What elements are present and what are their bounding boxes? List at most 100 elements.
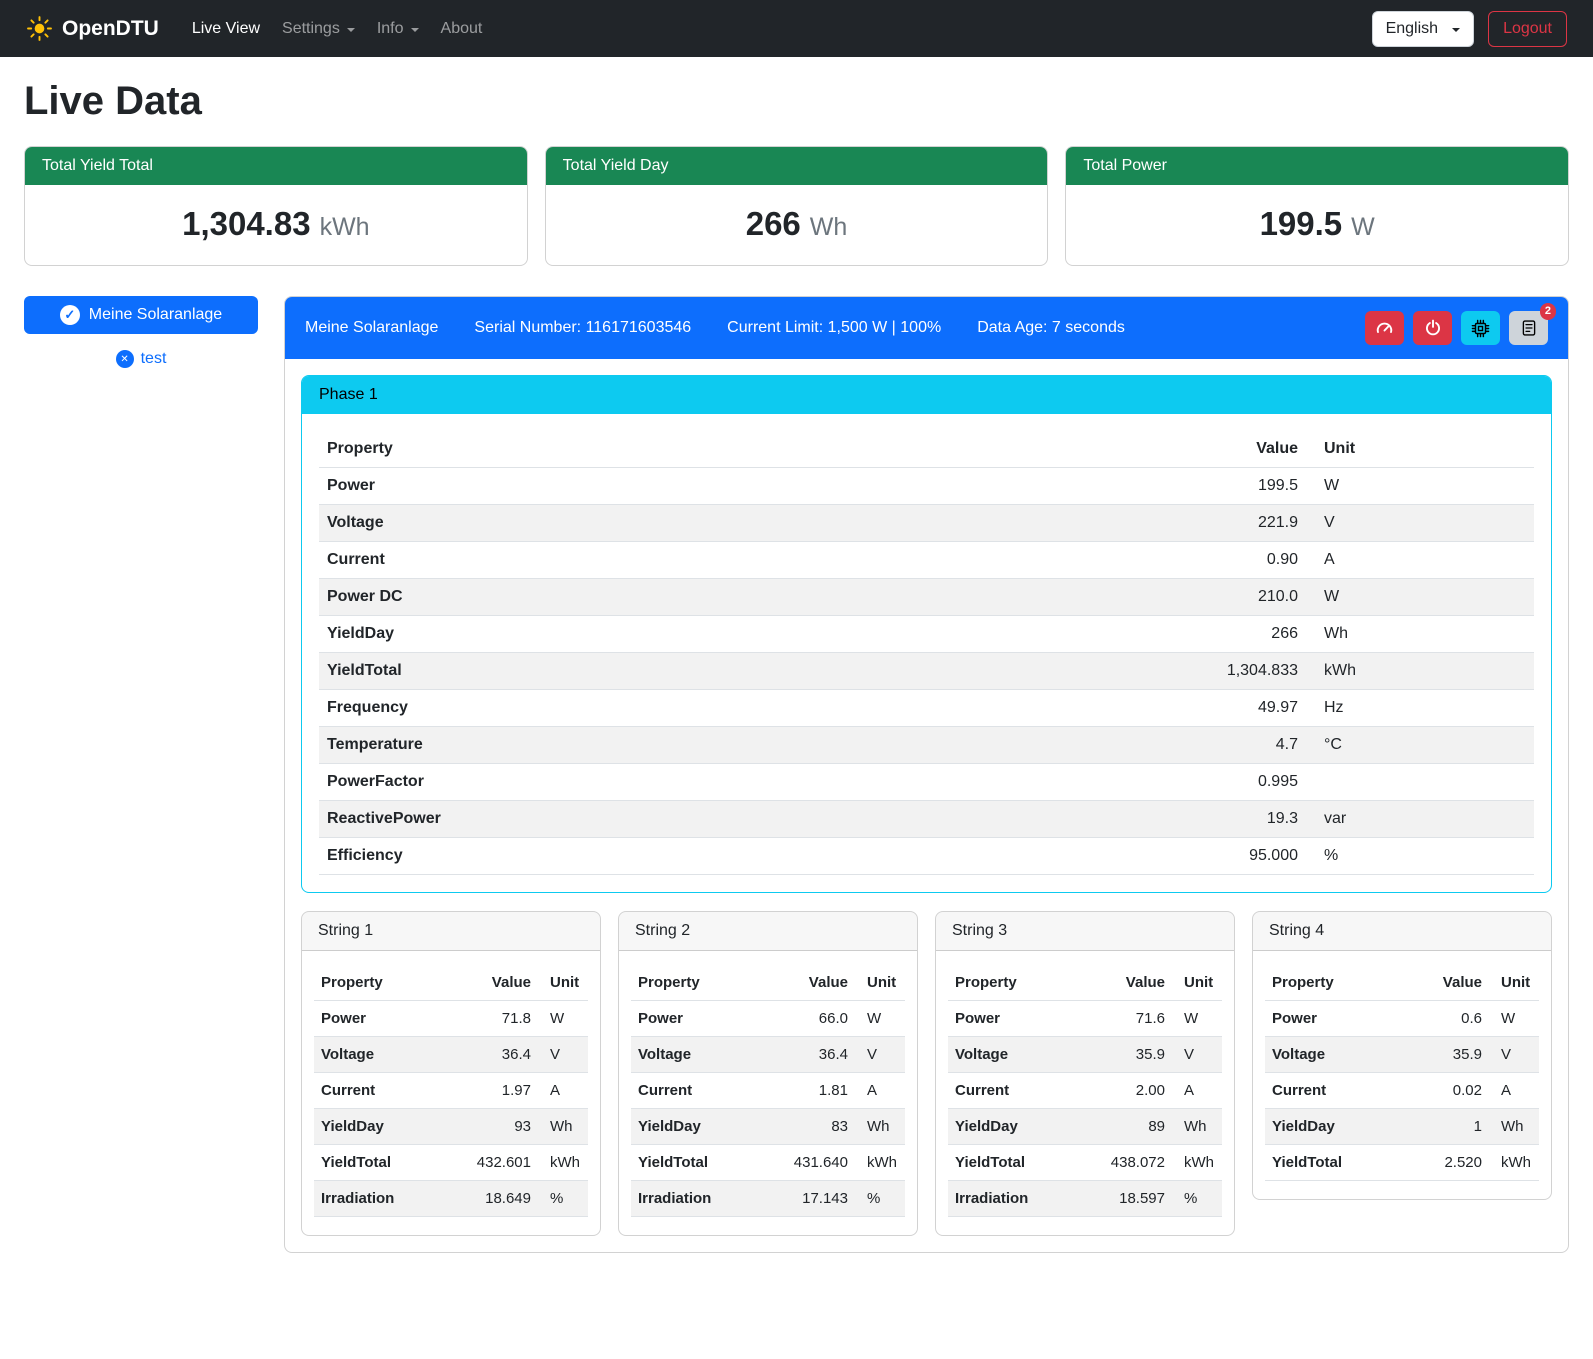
row-property: Voltage <box>314 1037 456 1073</box>
table-row: Power DC 210.0 W <box>319 579 1534 616</box>
row-unit: W <box>1306 468 1534 505</box>
column-header-property: Property <box>1265 965 1407 1001</box>
string-card-body: Property Value Unit Power <box>1253 951 1551 1199</box>
string-table-body: Power 0.6 W Voltage 35.9 V <box>1265 1001 1539 1181</box>
column-header-value: Value <box>1090 965 1172 1001</box>
row-unit: Hz <box>1306 690 1534 727</box>
table-row: Power 66.0 W <box>631 1001 905 1037</box>
device-info-button[interactable] <box>1461 311 1500 345</box>
row-property: Power <box>631 1001 773 1037</box>
table-row: YieldDay 89 Wh <box>948 1109 1222 1145</box>
column-header-property: Property <box>314 965 456 1001</box>
strings-row: String 1 Property Value Unit <box>301 911 1552 1236</box>
row-property: Efficiency <box>319 838 1176 875</box>
phase-card-title: Phase 1 <box>302 376 1551 414</box>
nav-item-info[interactable]: Info <box>366 12 430 46</box>
row-value: 266 <box>1176 616 1306 653</box>
column-header-unit: Unit <box>1489 965 1539 1001</box>
navbar: OpenDTU Live View Settings Info About En… <box>0 0 1593 57</box>
row-value: 438.072 <box>1090 1145 1172 1181</box>
inverter-limit: Current Limit: 1,500 W | 100% <box>727 319 941 337</box>
column-header-unit: Unit <box>1306 431 1534 468</box>
string-table: Property Value Unit Power <box>948 965 1222 1217</box>
row-value: 0.90 <box>1176 542 1306 579</box>
row-unit <box>1306 764 1534 801</box>
string-card-1: String 1 Property Value Unit <box>301 911 601 1236</box>
row-property: Current <box>1265 1073 1407 1109</box>
row-value: 71.6 <box>1090 1001 1172 1037</box>
inverter-panel-body: Phase 1 Property Value Unit <box>285 359 1568 1252</box>
row-property: Current <box>631 1073 773 1109</box>
string-table-body: Power 71.6 W Voltage 35.9 V <box>948 1001 1222 1217</box>
row-property: Temperature <box>319 727 1176 764</box>
summary-card-total-power: Total Power 199.5W <box>1065 146 1569 266</box>
row-unit: kWh <box>1306 653 1534 690</box>
row-property: YieldTotal <box>1265 1145 1407 1181</box>
row-unit: Wh <box>855 1109 905 1145</box>
phase-table: Property Value Unit Power <box>319 431 1534 875</box>
table-row: Voltage 36.4 V <box>631 1037 905 1073</box>
table-header-row: Property Value Unit <box>319 431 1534 468</box>
row-unit: A <box>1172 1073 1222 1109</box>
table-row: Voltage 221.9 V <box>319 505 1534 542</box>
string-card-4: String 4 Property Value Unit <box>1252 911 1552 1200</box>
row-property: Voltage <box>1265 1037 1407 1073</box>
summary-card-title: Total Power <box>1066 147 1568 185</box>
power-icon <box>1424 319 1442 337</box>
row-property: Power DC <box>319 579 1176 616</box>
table-row: YieldDay 93 Wh <box>314 1109 588 1145</box>
table-header-row: Property Value Unit <box>314 965 588 1001</box>
row-value: 1,304.833 <box>1176 653 1306 690</box>
row-property: Current <box>314 1073 456 1109</box>
column-header-unit: Unit <box>855 965 905 1001</box>
summary-card-body: 266Wh <box>546 185 1048 265</box>
nav-item-about[interactable]: About <box>430 12 494 46</box>
column-header-property: Property <box>631 965 773 1001</box>
row-property: Irradiation <box>631 1181 773 1217</box>
sidebar-item-inverter[interactable]: ✓ Meine Solaranlage <box>24 296 258 334</box>
row-property: YieldDay <box>631 1109 773 1145</box>
summary-card-value: 1,304.83 <box>182 205 310 242</box>
sun-icon <box>26 15 53 42</box>
table-row: YieldTotal 432.601 kWh <box>314 1145 588 1181</box>
row-unit: W <box>1172 1001 1222 1037</box>
row-unit: W <box>538 1001 588 1037</box>
sidebar: ✓ Meine Solaranlage ✕ test <box>24 296 258 368</box>
row-unit: Wh <box>1172 1109 1222 1145</box>
chevron-down-icon <box>411 28 419 32</box>
chevron-down-icon <box>1452 28 1460 32</box>
row-unit: A <box>1489 1073 1539 1109</box>
check-circle-icon: ✓ <box>60 305 80 325</box>
sidebar-item-test[interactable]: ✕ test <box>24 350 258 368</box>
limit-settings-button[interactable] <box>1365 311 1404 345</box>
inverter-panel: Meine Solaranlage Serial Number: 1161716… <box>284 296 1569 1253</box>
row-property: Power <box>948 1001 1090 1037</box>
row-unit: % <box>1172 1181 1222 1217</box>
column-header-unit: Unit <box>538 965 588 1001</box>
journal-icon <box>1520 319 1538 337</box>
chevron-down-icon <box>347 28 355 32</box>
row-property: Voltage <box>319 505 1176 542</box>
event-log-button[interactable]: 2 <box>1509 311 1548 345</box>
table-row: YieldDay 83 Wh <box>631 1109 905 1145</box>
table-row: Current 1.81 A <box>631 1073 905 1109</box>
row-unit: V <box>538 1037 588 1073</box>
power-button[interactable] <box>1413 311 1452 345</box>
row-property: Current <box>319 542 1176 579</box>
table-header-row: Property Value Unit <box>631 965 905 1001</box>
summary-card-total-yield-total: Total Yield Total 1,304.83kWh <box>24 146 528 266</box>
row-unit: W <box>855 1001 905 1037</box>
logout-button[interactable]: Logout <box>1488 11 1567 47</box>
string-table: Property Value Unit Power <box>1265 965 1539 1181</box>
nav-item-live-view[interactable]: Live View <box>181 12 271 46</box>
language-select[interactable]: English <box>1372 11 1474 47</box>
string-table: Property Value Unit Power <box>631 965 905 1217</box>
table-row: Power 0.6 W <box>1265 1001 1539 1037</box>
string-card-title: String 3 <box>936 912 1234 951</box>
string-card-3: String 3 Property Value Unit <box>935 911 1235 1236</box>
table-row: Irradiation 18.597 % <box>948 1181 1222 1217</box>
row-value: 36.4 <box>456 1037 538 1073</box>
brand[interactable]: OpenDTU <box>26 15 159 42</box>
table-row: Power 71.6 W <box>948 1001 1222 1037</box>
nav-item-settings[interactable]: Settings <box>271 12 366 46</box>
